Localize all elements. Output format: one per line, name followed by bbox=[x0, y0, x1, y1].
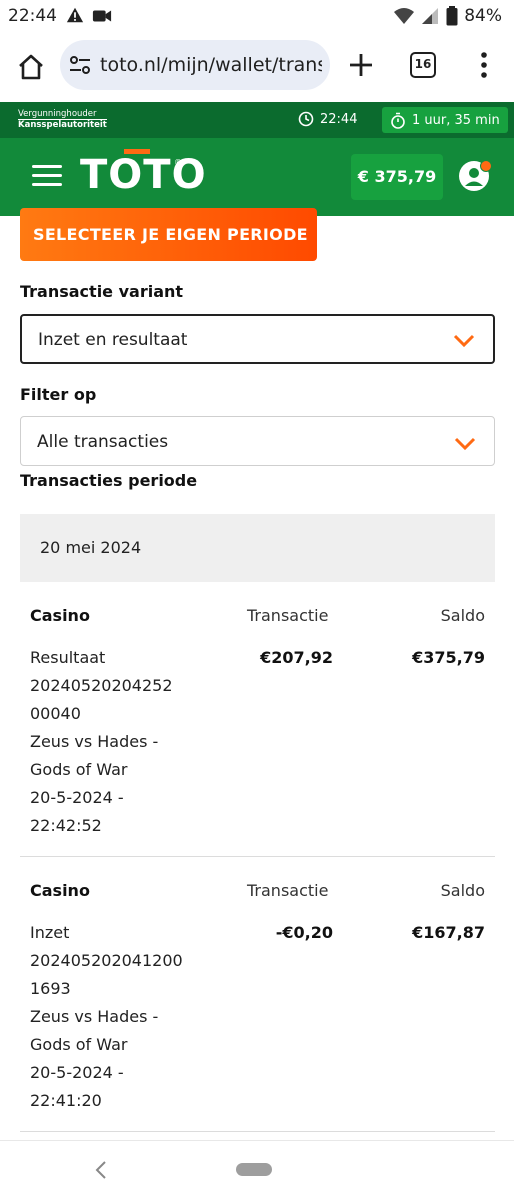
chevron-down-icon bbox=[453, 334, 475, 348]
balance-column-header: Saldo bbox=[440, 606, 485, 625]
transaction-game-cont: Gods of War bbox=[30, 760, 128, 779]
toto-logo[interactable]: TOTO bbox=[80, 152, 207, 198]
transaction-description: Inzet 202405202041200 1693 Zeus vs Hades… bbox=[30, 919, 190, 1115]
system-navigation-bar bbox=[0, 1140, 514, 1200]
transaction-id-cont: 00040 bbox=[30, 704, 81, 723]
clock-icon bbox=[298, 111, 314, 127]
browser-toolbar: toto.nl/mijn/wallet/transa 16 bbox=[0, 36, 514, 100]
transaction-time: 22:42:52 bbox=[30, 816, 102, 835]
filter-label: Filter op bbox=[20, 385, 97, 404]
transaction-time: 22:41:20 bbox=[30, 1091, 102, 1110]
notification-dot bbox=[480, 160, 492, 172]
signal-icon bbox=[422, 8, 439, 24]
divider bbox=[20, 1131, 495, 1132]
status-bar: 22:44 84% bbox=[0, 0, 514, 36]
more-menu-icon[interactable] bbox=[474, 50, 494, 80]
transaction-balance: €167,87 bbox=[412, 923, 485, 942]
variant-select[interactable]: Inzet en resultaat bbox=[20, 314, 495, 364]
session-timer: 1 uur, 35 min bbox=[382, 107, 508, 133]
session-time: 1 uur, 35 min bbox=[412, 112, 500, 128]
period-label: Transacties periode bbox=[20, 471, 198, 490]
warning-icon bbox=[66, 7, 84, 23]
transaction-balance: €375,79 bbox=[412, 648, 485, 667]
transaction-type: Inzet bbox=[30, 923, 70, 942]
home-gesture-pill[interactable] bbox=[236, 1163, 272, 1176]
logo-accent bbox=[124, 149, 150, 154]
url-text[interactable]: toto.nl/mijn/wallet/transa bbox=[100, 54, 322, 76]
chevron-down-icon bbox=[454, 437, 476, 451]
new-tab-icon[interactable] bbox=[346, 50, 376, 80]
license-line1: Vergunninghouder bbox=[18, 109, 97, 119]
info-strip: Vergunninghouder Kansspelautoriteit 22:4… bbox=[0, 102, 514, 138]
logo-registered: ® bbox=[174, 158, 182, 167]
balance-column-header: Saldo bbox=[440, 881, 485, 900]
transaction-id-cont: 1693 bbox=[30, 979, 71, 998]
transaction-date: 20-5-2024 - bbox=[30, 1063, 124, 1082]
transaction-item: Casino Transactie Saldo Inzet 2024052020… bbox=[20, 881, 495, 1121]
transaction-amount: €207,92 bbox=[260, 648, 333, 667]
variant-label: Transactie variant bbox=[20, 282, 184, 301]
date-group-label: 20 mei 2024 bbox=[40, 538, 142, 557]
video-record-icon bbox=[92, 10, 112, 22]
status-time: 22:44 bbox=[8, 6, 57, 26]
back-icon[interactable] bbox=[94, 1159, 108, 1181]
address-bar[interactable]: toto.nl/mijn/wallet/transa bbox=[60, 40, 330, 90]
select-period-button[interactable]: SELECTEER JE EIGEN PERIODE bbox=[20, 208, 317, 261]
tab-switcher-button[interactable]: 16 bbox=[410, 52, 436, 78]
status-right: 84% bbox=[394, 6, 502, 26]
transaction-amount: -€0,20 bbox=[275, 923, 333, 942]
divider bbox=[20, 856, 495, 857]
battery-icon bbox=[446, 6, 458, 26]
hamburger-menu-icon[interactable] bbox=[32, 165, 62, 187]
transaction-description: Resultaat 20240520204252 00040 Zeus vs H… bbox=[30, 644, 190, 840]
balance-button[interactable]: € 375,79 bbox=[351, 154, 443, 200]
stopwatch-icon bbox=[391, 112, 405, 129]
transaction-game: Zeus vs Hades - bbox=[30, 1007, 159, 1026]
transaction-category: Casino bbox=[30, 606, 90, 625]
transaction-date: 20-5-2024 - bbox=[30, 788, 124, 807]
transaction-column-header: Transactie bbox=[247, 881, 329, 900]
filter-value: Alle transacties bbox=[37, 432, 169, 452]
transaction-id: 20240520204252 bbox=[30, 676, 173, 695]
transaction-category: Casino bbox=[30, 881, 90, 900]
clock-time: 22:44 bbox=[320, 111, 358, 127]
site-settings-icon[interactable] bbox=[68, 54, 92, 76]
wifi-icon bbox=[394, 8, 415, 24]
transaction-type: Resultaat bbox=[30, 648, 106, 667]
site-header: TOTO ® € 375,79 bbox=[0, 138, 514, 216]
transaction-item: Casino Transactie Saldo Resultaat 202405… bbox=[20, 606, 495, 846]
current-time: 22:44 bbox=[298, 111, 357, 127]
transaction-column-header: Transactie bbox=[247, 606, 329, 625]
home-icon[interactable] bbox=[16, 52, 46, 82]
date-group-header: 20 mei 2024 bbox=[20, 514, 495, 582]
variant-value: Inzet en resultaat bbox=[38, 330, 188, 350]
transaction-game: Zeus vs Hades - bbox=[30, 732, 159, 751]
transaction-game-cont: Gods of War bbox=[30, 1035, 128, 1054]
battery-level: 84% bbox=[464, 6, 502, 26]
license-badge[interactable]: Vergunninghouder Kansspelautoriteit bbox=[18, 109, 107, 130]
transaction-id: 202405202041200 bbox=[30, 951, 183, 970]
filter-select[interactable]: Alle transacties bbox=[20, 416, 495, 466]
license-line2: Kansspelautoriteit bbox=[18, 119, 107, 130]
